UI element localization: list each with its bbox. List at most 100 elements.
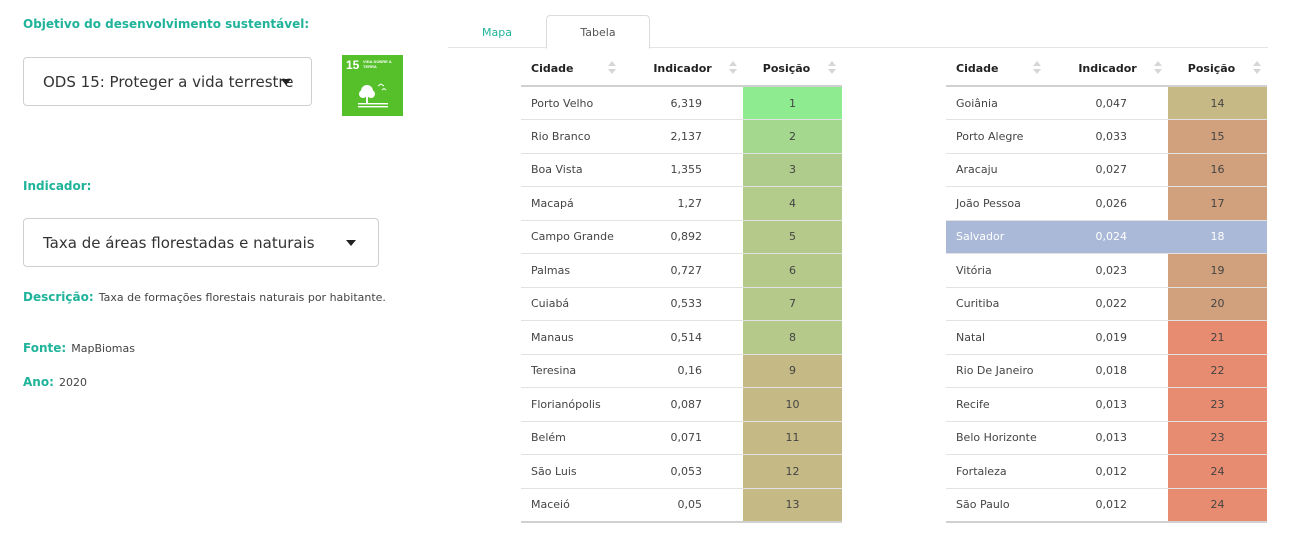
table-row[interactable]: Aracaju 0,027 16 [946,153,1267,187]
cell-posicao: 13 [743,488,842,523]
table-row[interactable]: Florianópolis 0,087 10 [521,387,842,422]
sort-icon[interactable] [1253,61,1261,75]
table-row[interactable]: São Luis 0,053 12 [521,454,842,489]
table-header-row: Cidade Indicador Posição [521,52,842,87]
table-row[interactable]: Maceió 0,05 13 [521,488,842,523]
table-row[interactable]: Curitiba 0,022 20 [946,287,1267,321]
cell-posicao: 5 [743,220,842,254]
table-row[interactable]: Porto Velho 6,319 1 [521,86,842,120]
cell-cidade: Porto Velho [521,86,622,120]
table-row[interactable]: Natal 0,019 21 [946,320,1267,355]
column-header-posicao[interactable]: Posição [743,52,842,87]
cell-indicador: 0,012 [1047,454,1168,489]
cell-indicador: 0,053 [622,454,743,489]
cell-indicador: 0,514 [622,320,743,355]
cell-cidade: Macapá [521,186,622,221]
cell-posicao: 1 [743,86,842,120]
table-row[interactable]: Recife 0,013 23 [946,387,1267,422]
table-row[interactable]: João Pessoa 0,026 17 [946,186,1267,221]
ranking-table-left: Cidade Indicador Posição Porto Velho 6,31… [521,52,842,523]
cell-cidade: Fortaleza [946,454,1047,489]
cell-posicao: 22 [1168,354,1267,388]
table-row[interactable]: Teresina 0,16 9 [521,354,842,388]
table-row[interactable]: Rio Branco 2,137 2 [521,119,842,154]
sort-icon[interactable] [608,61,616,75]
cell-posicao: 9 [743,354,842,388]
table-row[interactable]: São Paulo 0,012 24 [946,488,1267,523]
column-header-label: Indicador [1078,62,1137,75]
table-row[interactable]: Palmas 0,727 6 [521,253,842,288]
cell-indicador: 0,892 [622,220,743,254]
sdg-15-badge: 15 VIDA SOBRE A TERRA [342,55,403,116]
cell-posicao: 6 [743,253,842,288]
cell-indicador: 0,727 [622,253,743,288]
cell-indicador: 0,012 [1047,488,1168,523]
year: Ano: 2020 [23,371,87,390]
cell-posicao: 24 [1168,454,1267,489]
sort-icon[interactable] [729,61,737,75]
description: Descrição: Taxa de formações florestais … [23,286,386,305]
sort-icon[interactable] [828,61,836,75]
cell-posicao: 17 [1168,186,1267,221]
cell-cidade: Maceió [521,488,622,523]
description-label: Descrição: [23,290,94,304]
cell-cidade: Vitória [946,253,1047,288]
cell-posicao: 8 [743,320,842,355]
cell-indicador: 0,024 [1047,220,1168,254]
table-row[interactable]: Campo Grande 0,892 5 [521,220,842,254]
cell-indicador: 0,013 [1047,421,1168,455]
column-header-indicador[interactable]: Indicador [1047,52,1168,87]
sort-icon[interactable] [1033,61,1041,75]
table-row[interactable]: Manaus 0,514 8 [521,320,842,355]
cell-indicador: 6,319 [622,86,743,120]
cell-posicao: 3 [743,153,842,187]
cell-cidade: Rio De Janeiro [946,354,1047,388]
objective-select[interactable]: ODS 15: Proteger a vida terrestre [23,57,312,106]
table-row[interactable]: Belo Horizonte 0,013 23 [946,421,1267,455]
cell-indicador: 0,023 [1047,253,1168,288]
tab-mapa[interactable]: Mapa [448,16,546,48]
table-row[interactable]: Rio De Janeiro 0,018 22 [946,354,1267,388]
cell-cidade: Aracaju [946,153,1047,187]
cell-cidade: Goiânia [946,86,1047,120]
cell-posicao: 11 [743,421,842,455]
table-header-row: Cidade Indicador Posição [946,52,1267,87]
column-header-indicador[interactable]: Indicador [622,52,743,87]
cell-cidade: Belo Horizonte [946,421,1047,455]
table-row[interactable]: Vitória 0,023 19 [946,253,1267,288]
cell-indicador: 0,018 [1047,354,1168,388]
column-header-cidade[interactable]: Cidade [521,52,622,87]
cell-cidade: Cuiabá [521,287,622,321]
cell-cidade: Natal [946,320,1047,355]
cell-indicador: 0,019 [1047,320,1168,355]
tab-tabela[interactable]: Tabela [546,15,650,49]
table-row[interactable]: Fortaleza 0,012 24 [946,454,1267,489]
cell-posicao: 2 [743,119,842,154]
year-value: 2020 [58,376,87,389]
cell-posicao: 23 [1168,421,1267,455]
column-header-label: Posição [1187,62,1236,75]
cell-indicador: 0,027 [1047,153,1168,187]
cell-cidade: Rio Branco [521,119,622,154]
column-header-posicao[interactable]: Posição [1168,52,1267,87]
cell-posicao: 24 [1168,488,1267,523]
indicator-select[interactable]: Taxa de áreas florestadas e naturais [23,218,379,267]
chevron-down-icon [281,79,291,85]
cell-posicao: 12 [743,454,842,489]
cell-posicao: 15 [1168,119,1267,154]
column-header-cidade[interactable]: Cidade [946,52,1047,87]
cell-cidade: Salvador [946,220,1047,254]
table-row[interactable]: Belém 0,071 11 [521,421,842,455]
table-row[interactable]: Salvador 0,024 18 [946,220,1267,254]
table-row[interactable]: Goiânia 0,047 14 [946,86,1267,120]
sort-icon[interactable] [1154,61,1162,75]
column-header-label: Posição [762,62,811,75]
table-row[interactable]: Cuiabá 0,533 7 [521,287,842,321]
cell-indicador: 2,137 [622,119,743,154]
table-row[interactable]: Porto Alegre 0,033 15 [946,119,1267,154]
cell-cidade: São Luis [521,454,622,489]
cell-indicador: 0,026 [1047,186,1168,221]
cell-cidade: Porto Alegre [946,119,1047,154]
table-row[interactable]: Macapá 1,27 4 [521,186,842,221]
table-row[interactable]: Boa Vista 1,355 3 [521,153,842,187]
